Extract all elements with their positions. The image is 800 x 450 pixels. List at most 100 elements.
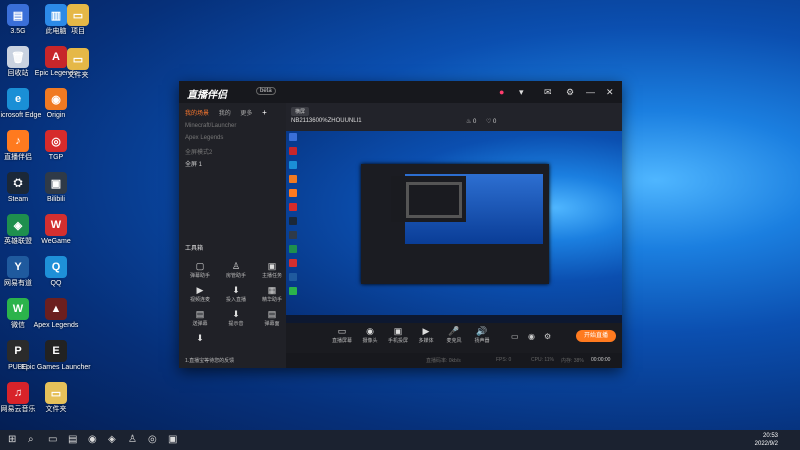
desktop-icon[interactable]: Q QQ	[34, 256, 78, 288]
source-label: 扬声器	[474, 338, 490, 344]
app-icon: Y	[7, 256, 29, 278]
nested-preview	[361, 164, 549, 284]
desktop-icon-label: WeGame	[41, 238, 71, 245]
app-icon: ◎	[45, 130, 67, 152]
app-icon: ▲	[45, 298, 67, 320]
desktop-icon[interactable]: ◉ Origin	[34, 88, 78, 120]
taskbar-app-icon[interactable]: ▤	[68, 434, 77, 445]
source-button[interactable]: 🔊 扬声器	[466, 326, 498, 344]
tool-label: 视频连麦	[189, 297, 210, 303]
tool-button[interactable]: ▣ 主播任务	[257, 261, 287, 279]
bitrate-status: 直播码率: 0kb/s	[426, 358, 461, 364]
record-icon[interactable]: ▭	[511, 332, 519, 341]
avatar-icon[interactable]: ●	[499, 87, 504, 97]
app-icon: P	[7, 340, 29, 362]
desktop-icon[interactable]: ◎ TGP	[34, 130, 78, 162]
app-icon: ▣	[45, 172, 67, 194]
caret-icon[interactable]: ▾	[519, 87, 524, 98]
tool-icon: ▤	[195, 309, 205, 319]
mini-desktop-icon	[289, 273, 297, 281]
livestream-app-window: 直播伴侣 beta ● ▾ ✉ ⚙ — ✕ 我的场景 我的 更多 + Minec…	[179, 81, 622, 368]
scene-tabs: 我的场景 我的 更多 +	[185, 108, 275, 117]
likes-count: ♡ 0	[486, 119, 497, 125]
taskbar-app-icon[interactable]: ◈	[108, 434, 116, 445]
views-count: ♨ 0	[466, 119, 477, 125]
source-controls: ▭ 直播屏幕 ◉ 摄像头 ▣ 手机投屏 ▶ 多媒体 🎤 麦克风 🔊 扬声器 ▭ ◉ ⚙ 开始直播	[286, 323, 622, 353]
desktop-icon[interactable]: ▣ Bilibili	[34, 172, 78, 204]
tab-my-scenes[interactable]: 我的场景	[185, 111, 209, 117]
taskbar-app-icon[interactable]: ▭	[48, 434, 57, 445]
tool-button[interactable]: ▢ 弹幕助手	[185, 261, 215, 279]
tool-label: 弹幕助手	[189, 273, 210, 279]
minimize-icon[interactable]: —	[586, 87, 595, 97]
tool-button[interactable]: ▦ 精华助手	[257, 285, 287, 303]
desktop-icon-label: 网易云音乐	[0, 406, 36, 413]
tab-mine[interactable]: 我的	[219, 111, 231, 117]
mail-icon[interactable]: ✉	[544, 87, 552, 98]
notice-text[interactable]: 1.直播宝等待您的反馈	[185, 357, 234, 364]
app-icon: ▭	[45, 382, 67, 404]
eye-icon[interactable]: ◉	[528, 332, 535, 341]
mini-desktop-icon	[289, 231, 297, 239]
folder-icon: ▭	[67, 4, 89, 26]
desktop-icon-label: 英雄联盟	[4, 238, 32, 245]
desktop-icon-label: 文件夹	[67, 72, 89, 79]
app-icon: W	[7, 298, 29, 320]
mini-desktop-icon	[289, 161, 297, 169]
settings-icon[interactable]: ⚙	[566, 87, 574, 98]
tool-button[interactable]: ⬇	[185, 333, 215, 344]
preview-taskbar	[286, 315, 622, 323]
tool-icon: ▶	[196, 285, 204, 295]
version-badge[interactable]: beta	[256, 87, 276, 95]
add-scene-icon[interactable]: +	[262, 108, 267, 117]
tool-icon: ⬇	[196, 333, 204, 343]
preview-header: 横屏 NB2113600%ZHOUUNLI1 ♨ 0 ♡ 0	[286, 103, 622, 131]
desktop-icon[interactable]: ▭ 项目	[56, 4, 100, 36]
stream-preview[interactable]	[286, 131, 622, 323]
tool-button[interactable]: ▤ 送弹幕	[185, 309, 215, 327]
stream-id: NB2113600%ZHOUUNLI1	[291, 118, 362, 124]
tab-more[interactable]: 更多	[240, 111, 252, 117]
duration-status: 00:00:00	[591, 357, 611, 363]
memory-status: 内存: 38%	[561, 358, 584, 364]
taskbar-app-icon[interactable]: ⌕	[28, 434, 34, 445]
mini-desktop-icon	[289, 217, 297, 225]
gear-icon[interactable]: ⚙	[544, 332, 551, 341]
taskbar-app-icon[interactable]: ⊞	[8, 434, 16, 445]
tool-button[interactable]: ▶ 视频连麦	[185, 285, 215, 303]
desktop-icon-label: 文件夹	[45, 406, 67, 413]
start-live-button[interactable]: 开始直播	[576, 330, 616, 342]
desktop-icon[interactable]: W WeGame	[34, 214, 78, 246]
tool-label: 弹幕面	[264, 321, 280, 327]
close-icon[interactable]: ✕	[606, 87, 614, 98]
scene-item[interactable]: 全屏模式2	[185, 147, 212, 156]
desktop-icon[interactable]: E Epic Games Launcher	[21, 340, 91, 372]
cpu-status: CPU: 11%	[531, 357, 554, 363]
desktop-icon[interactable]: ▭ 文件夹	[56, 48, 100, 80]
tool-label: 精华助手	[261, 297, 282, 303]
taskbar-app-icon[interactable]: ◉	[88, 434, 97, 445]
taskbar-app-icon[interactable]: ◎	[148, 434, 157, 445]
app-icon: ♪	[7, 130, 29, 152]
tool-icon: ▦	[267, 285, 277, 295]
tool-button[interactable]: ♙ 房管助手	[221, 261, 251, 279]
tool-icon: ⬇	[232, 309, 240, 319]
desktop-icon[interactable]: ▭ 文件夹	[34, 382, 78, 414]
taskbar-app-icon[interactable]: ▣	[168, 434, 177, 445]
scene-item[interactable]: Minecraft/Launcher	[185, 123, 236, 129]
taskbar: ⊞ ⌕ ▭ ▤ ◉ ◈ ♙ ◎ ▣ 20:53 2022/9/2	[0, 430, 800, 450]
desktop-icon-label: Steam	[7, 196, 29, 203]
app-icon: ▤	[7, 4, 29, 26]
tool-button[interactable]: ▤ 弹幕面	[257, 309, 287, 327]
tool-button[interactable]: ⬇ 提示音	[221, 309, 251, 327]
tool-label: 房管助手	[225, 273, 246, 279]
taskbar-app-icon[interactable]: ♙	[128, 434, 137, 445]
app-icon: Q	[45, 256, 67, 278]
scene-item[interactable]: Apex Legends	[185, 135, 223, 141]
orientation-pill[interactable]: 横屏	[291, 107, 310, 116]
desktop-icon[interactable]: ▲ Apex Legends	[34, 298, 78, 330]
app-icon: ◉	[45, 88, 67, 110]
scene-item-active[interactable]: 全屏 1	[185, 159, 202, 168]
clock[interactable]: 20:53 2022/9/2	[755, 432, 778, 448]
tool-button[interactable]: ⬇ 投入直播	[221, 285, 251, 303]
